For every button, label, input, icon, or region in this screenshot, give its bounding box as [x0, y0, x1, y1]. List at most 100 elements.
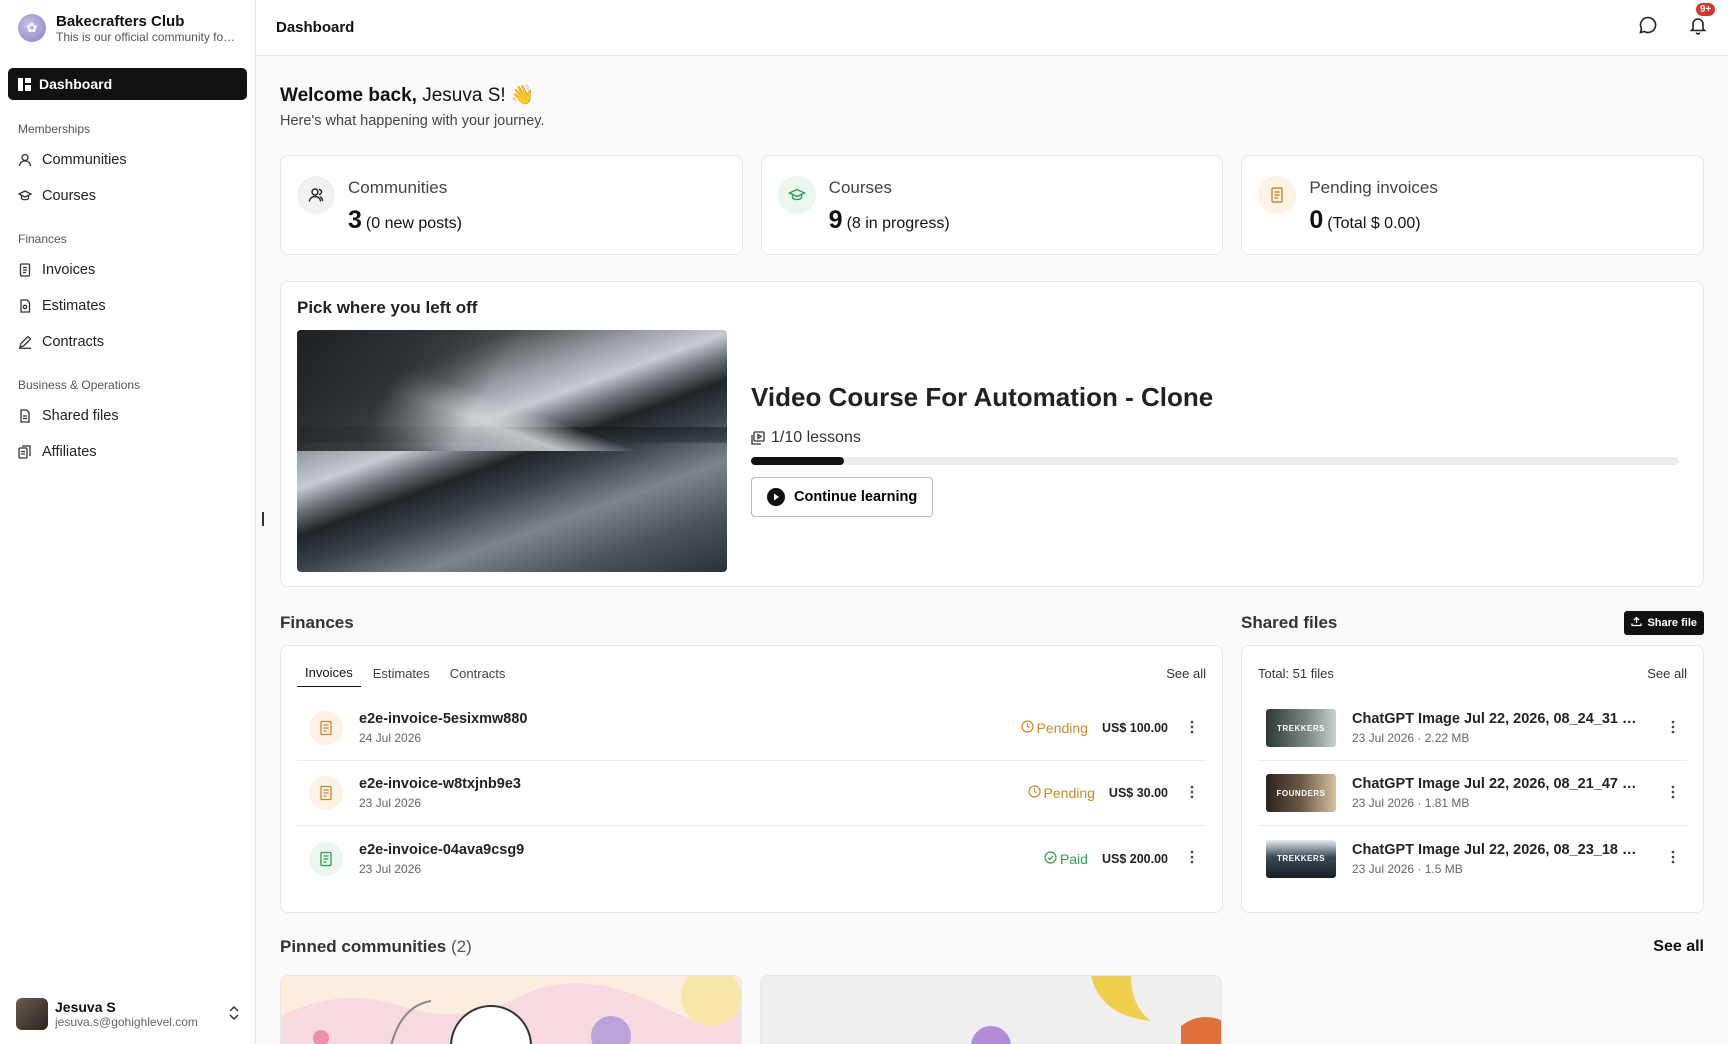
file-icon — [18, 409, 32, 423]
invoice-row[interactable]: e2e-invoice-04ava9csg9 23 Jul 2026 Paid U… — [297, 826, 1206, 891]
file-row[interactable]: TREKKERS ChatGPT Image Jul 22, 2026, 08_… — [1258, 826, 1687, 891]
stat-label: Courses — [828, 178, 892, 197]
sidebar-item-estimates[interactable]: Estimates — [0, 288, 255, 324]
invoice-icon — [1258, 176, 1297, 214]
sidebar-item-affiliates[interactable]: Affiliates — [0, 434, 255, 470]
welcome-name: Jesuva S! 👋 — [422, 85, 535, 106]
invoice-row[interactable]: e2e-invoice-w8txjnb9e3 23 Jul 2026 Pendin… — [297, 761, 1206, 826]
sidebar-item-label: Invoices — [42, 262, 96, 278]
notifications-button[interactable]: 9+ — [1688, 3, 1716, 40]
tab-contracts[interactable]: Contracts — [442, 660, 514, 687]
welcome-subtitle: Here's what happening with your journey. — [280, 113, 545, 129]
invoice-date: 23 Jul 2026 — [359, 861, 422, 876]
invoice-date: 24 Jul 2026 — [359, 731, 422, 745]
dashboard-icon — [18, 77, 31, 91]
stat-value: 9 — [828, 206, 843, 234]
file-row[interactable]: TREKKERS ChatGPT Image Jul 22, 2026, 08_… — [1258, 696, 1687, 761]
play-icon — [767, 488, 785, 506]
estimate-icon — [18, 299, 32, 313]
button-label: Share file — [1647, 617, 1697, 629]
section-title: Pinned communities (2) — [280, 937, 472, 957]
check-circle-icon — [1044, 850, 1057, 867]
section-title: Shared files — [1241, 613, 1338, 632]
shared-files-section: Shared files Share file Total: 51 files … — [1241, 611, 1704, 913]
invoice-amount: US$ 100.00 — [1101, 721, 1168, 735]
sidebar-section-business-operations: Business & Operations — [18, 378, 141, 392]
stat-detail: (Total $ 0.00) — [1327, 215, 1421, 232]
file-row[interactable]: FOUNDERS ChatGPT Image Jul 22, 2026, 08_… — [1258, 761, 1687, 826]
share-file-button[interactable]: Share file — [1624, 611, 1704, 635]
invoice-icon — [309, 711, 343, 745]
page-title: Dashboard — [276, 19, 355, 36]
more-options-icon[interactable] — [1671, 850, 1677, 867]
sidebar-item-communities[interactable]: Communities — [0, 142, 255, 178]
stat-label: Pending invoices — [1309, 178, 1438, 197]
invoice-icon — [309, 776, 343, 810]
pinned-community-card[interactable] — [760, 975, 1222, 1044]
stat-label: Communities — [348, 178, 448, 197]
sidebar-item-label: Affiliates — [42, 444, 97, 460]
invoice-amount: US$ 200.00 — [1101, 851, 1168, 866]
pen-icon — [18, 335, 32, 349]
tab-estimates[interactable]: Estimates — [365, 660, 438, 687]
stat-card-courses[interactable]: Courses 9 (8 in progress) — [760, 155, 1224, 255]
status-label: Paid — [1059, 850, 1088, 867]
sidebar-item-courses[interactable]: Courses — [0, 178, 255, 214]
sidebar-item-contracts[interactable]: Contracts — [0, 324, 255, 360]
finances-card: Invoices Estimates Contracts See all e2e… — [280, 645, 1223, 913]
status-badge: Pending — [1020, 720, 1088, 736]
stat-detail: (8 in progress) — [846, 215, 950, 232]
file-meta: 23 Jul 2026 · 2.22 MB — [1352, 731, 1470, 745]
user-name: Jesuva S — [55, 999, 116, 1015]
course-progress-fill — [751, 457, 844, 465]
files-total: Total: 51 files — [1258, 665, 1334, 681]
sidebar-item-dashboard[interactable]: Dashboard — [8, 68, 247, 100]
stat-card-pending-invoices[interactable]: Pending invoices 0 (Total $ 0.00) — [1241, 155, 1705, 255]
pinned-communities-list — [280, 975, 1704, 1044]
topbar: Dashboard 9+ — [256, 0, 1728, 56]
stat-value: 0 — [1309, 206, 1324, 234]
tab-invoices[interactable]: Invoices — [297, 659, 361, 687]
file-thumbnail: TREKKERS — [1266, 709, 1336, 747]
invoice-row[interactable]: e2e-invoice-5esixmw880 24 Jul 2026 Pendin… — [297, 696, 1206, 761]
pinned-communities-header: Pinned communities (2) See all — [280, 937, 1704, 957]
course-thumbnail[interactable] — [297, 330, 727, 572]
more-options-icon[interactable] — [1671, 785, 1677, 802]
files-see-all-link[interactable]: See all — [1647, 666, 1687, 681]
stat-detail: (0 new posts) — [365, 215, 462, 232]
lessons-icon — [751, 431, 765, 445]
sidebar-item-label: Dashboard — [39, 76, 113, 92]
sidebar-item-shared-files[interactable]: Shared files — [0, 398, 255, 434]
finances-see-all-link[interactable]: See all — [1166, 666, 1206, 681]
chevron-up-down-icon — [228, 1005, 240, 1024]
sidebar-item-invoices[interactable]: Invoices — [0, 252, 255, 288]
more-options-icon[interactable] — [1190, 850, 1196, 867]
graduation-cap-icon — [777, 176, 816, 214]
clock-icon — [1027, 785, 1041, 801]
chat-icon[interactable] — [1638, 15, 1658, 40]
file-thumbnail: FOUNDERS — [1266, 774, 1336, 812]
button-label: Continue learning — [794, 489, 918, 505]
brand-switcher[interactable]: ✿ Bakecrafters Club This is our official… — [0, 0, 255, 56]
pinned-community-card[interactable] — [280, 975, 742, 1044]
course-title[interactable]: Video Course For Automation - Clone — [751, 382, 1679, 413]
stat-card-communities[interactable]: Communities 3 (0 new posts) — [280, 155, 743, 255]
resume-course-card: Pick where you left off Video Course For… — [280, 281, 1704, 587]
more-options-icon[interactable] — [1671, 720, 1677, 737]
sidebar-section-memberships: Memberships — [18, 122, 91, 136]
bell-icon — [1689, 18, 1707, 35]
lessons-count: 1/10 lessons — [771, 429, 861, 446]
user-menu[interactable]: Jesuva S jesuva.s@gohighlevel.com — [16, 996, 240, 1032]
status-badge: Pending — [1027, 785, 1095, 801]
main-content: Welcome back, Jesuva S! 👋 Here's what ha… — [256, 56, 1728, 1044]
invoice-icon — [18, 263, 32, 277]
more-options-icon[interactable] — [1190, 785, 1196, 802]
more-options-icon[interactable] — [1190, 720, 1196, 737]
status-label: Pending — [1043, 785, 1095, 801]
continue-learning-button[interactable]: Continue learning — [751, 477, 934, 517]
community-cover-image — [971, 976, 1221, 1044]
welcome-heading: Welcome back, Jesuva S! 👋 — [280, 83, 1704, 107]
pinned-see-all-link[interactable]: See all — [1653, 938, 1704, 956]
upload-icon — [1631, 616, 1643, 630]
sidebar: ✿ Bakecrafters Club This is our official… — [0, 0, 256, 1044]
